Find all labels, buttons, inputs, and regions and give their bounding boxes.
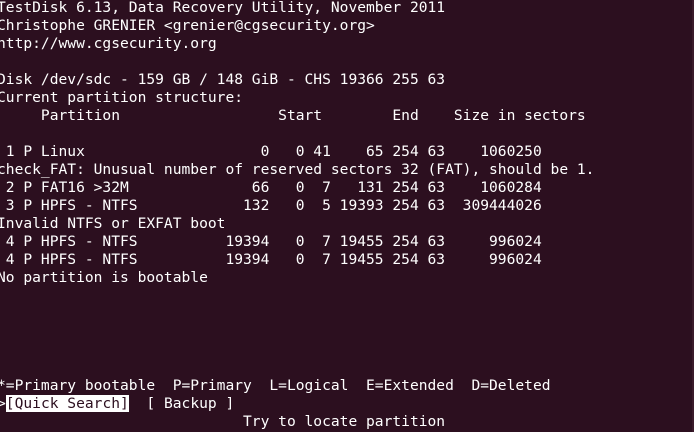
partition-row: 1 P Linux 0 0 41 65 254 63 1060250 bbox=[0, 143, 542, 160]
partition-row: 4 P HPFS - NTFS 19394 0 7 19455 254 63 9… bbox=[0, 233, 542, 250]
disk-info-line: Disk /dev/sdc - 159 GB / 148 GiB - CHS 1… bbox=[0, 71, 446, 88]
author-line: Christophe GRENIER <grenier@cgsecurity.o… bbox=[0, 17, 375, 34]
backup-button[interactable]: [ Backup ] bbox=[146, 395, 234, 412]
website-line: http://www.cgsecurity.org bbox=[0, 35, 217, 52]
partition-row: 3 P HPFS - NTFS 132 0 5 19393 254 63 309… bbox=[0, 197, 542, 214]
action-hint: Try to locate partition bbox=[0, 413, 446, 430]
partition-row: 4 P HPFS - NTFS 19394 0 7 19455 254 63 9… bbox=[0, 251, 542, 268]
partition-type-legend: *=Primary bootable P=Primary L=Logical E… bbox=[0, 377, 551, 394]
menu-spacer bbox=[129, 395, 147, 412]
partition-row: 2 P FAT16 >32M 66 0 7 131 254 63 1060284 bbox=[0, 179, 542, 196]
app-title-line: TestDisk 6.13, Data Recovery Utility, No… bbox=[0, 0, 446, 16]
terminal-window: TestDisk 6.13, Data Recovery Utility, No… bbox=[0, 0, 694, 432]
partition-table-header: Partition Start End Size in sectors bbox=[0, 107, 586, 124]
action-menu: >[Quick Search] [ Backup ] bbox=[0, 395, 234, 413]
partition-warning-message: Invalid NTFS or EXFAT boot bbox=[0, 215, 226, 232]
partition-structure-heading: Current partition structure: bbox=[0, 89, 244, 106]
quick-search-button[interactable]: [Quick Search] bbox=[5, 395, 129, 412]
bootable-status-message: No partition is bootable bbox=[0, 269, 208, 286]
menu-cursor: > bbox=[0, 395, 6, 412]
partition-warning-message: check_FAT: Unusual number of reserved se… bbox=[0, 161, 595, 178]
